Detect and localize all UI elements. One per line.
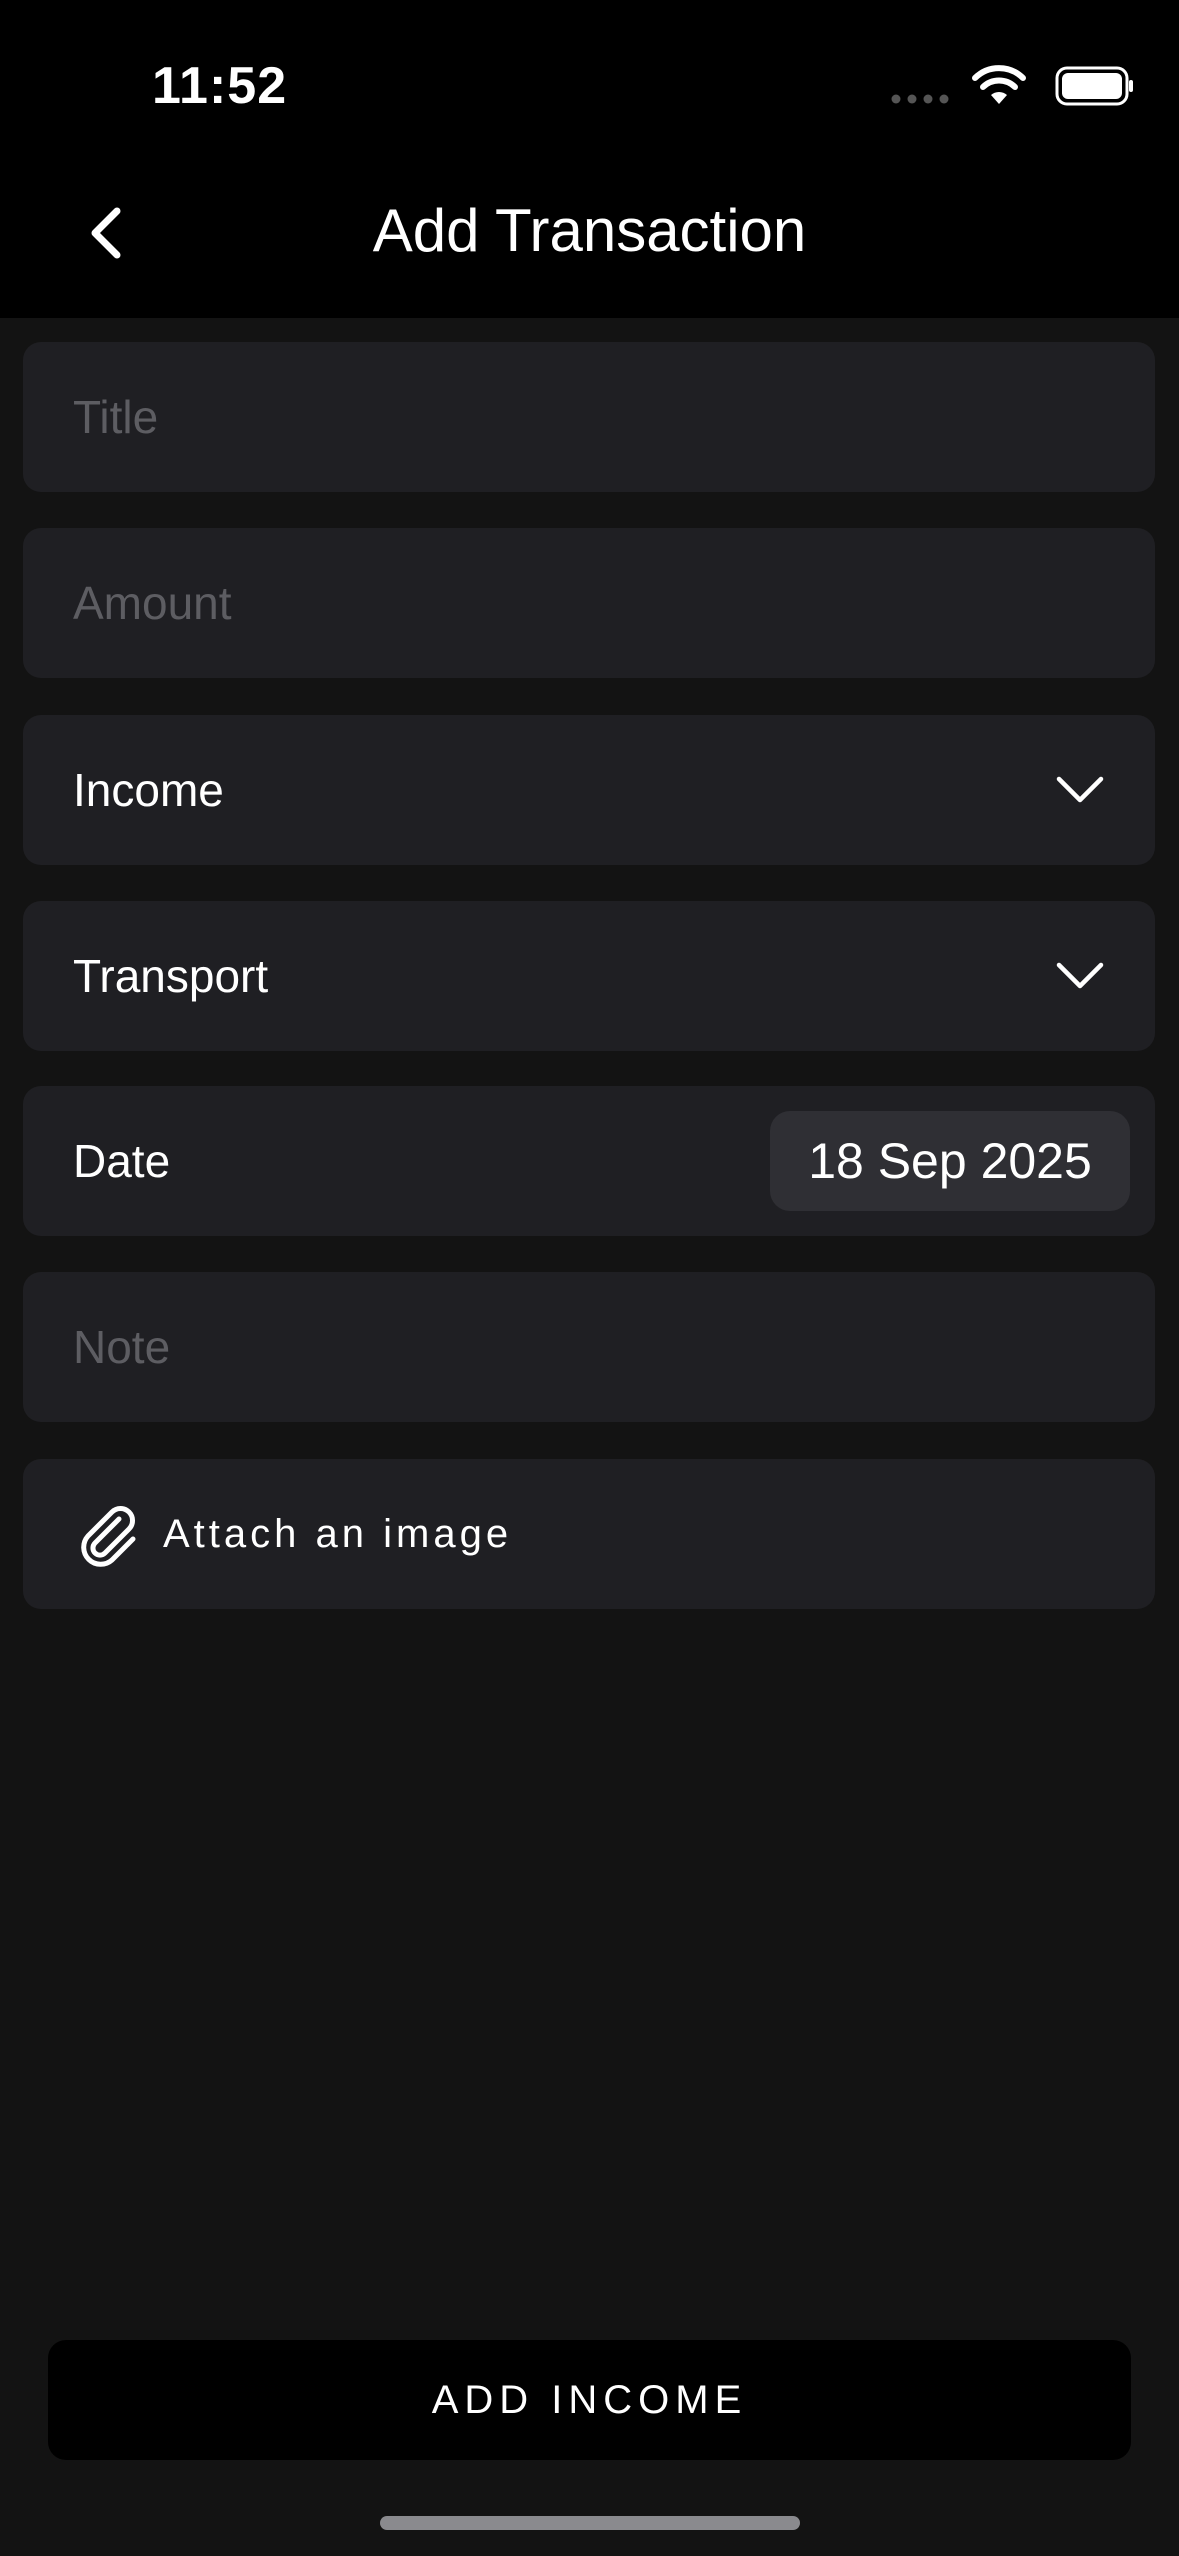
attach-image-label: Attach an image: [163, 1512, 513, 1556]
category-select-value: Transport: [73, 950, 269, 1002]
wifi-icon: [972, 65, 1026, 104]
header-bar: 11:52 Add Transaction: [0, 0, 1179, 318]
status-time: 11:52: [152, 57, 288, 115]
page-title: Add Transaction: [372, 197, 807, 264]
add-income-button[interactable]: ADD INCOME: [48, 2340, 1131, 2460]
title-placeholder: Title: [73, 391, 159, 443]
title-input[interactable]: Title: [23, 342, 1155, 492]
paperclip-icon: [81, 1506, 136, 1567]
type-select[interactable]: Income: [23, 715, 1155, 865]
date-label: Date: [73, 1135, 171, 1187]
attach-image-button[interactable]: Attach an image: [23, 1459, 1155, 1609]
amount-placeholder: Amount: [73, 577, 232, 629]
type-select-value: Income: [73, 764, 224, 816]
home-indicator: [380, 2516, 800, 2530]
chevron-down-icon: [1056, 776, 1104, 803]
note-placeholder: Note: [73, 1321, 171, 1373]
date-row: Date 18 Sep 2025: [23, 1086, 1155, 1236]
chevron-down-icon: [1056, 962, 1104, 989]
date-picker-button[interactable]: 18 Sep 2025: [770, 1111, 1130, 1211]
amount-input[interactable]: Amount: [23, 528, 1155, 678]
note-input[interactable]: Note: [23, 1272, 1155, 1422]
category-select[interactable]: Transport: [23, 901, 1155, 1051]
cellular-dots-icon: [891, 94, 949, 104]
battery-icon: [1055, 66, 1133, 106]
